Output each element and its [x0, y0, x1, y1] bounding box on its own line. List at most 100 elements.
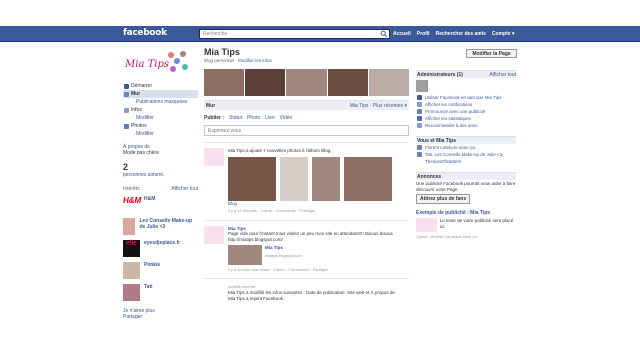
recommend-icon	[417, 123, 422, 128]
left-nav: Démarrer Mur Publications masquées Infos…	[123, 82, 198, 138]
admins-header: Administrateurs (1) Afficher tout	[416, 70, 516, 78]
nav-item-hidden-posts[interactable]: Publications masquées	[123, 98, 198, 106]
you-item: Florent Lefebvre aime ça.	[416, 144, 516, 151]
publish-photo[interactable]: Photo	[247, 115, 260, 121]
interest-avatar	[123, 284, 140, 301]
interests-show-all[interactable]: Afficher tout	[171, 186, 198, 192]
admin-avatar[interactable]	[416, 80, 428, 92]
page-subtitle: Blog personnel · Modifier les infos	[204, 58, 272, 63]
link-thumbnail[interactable]	[228, 245, 262, 265]
strip-photo[interactable]	[245, 69, 286, 96]
link-attachment[interactable]: Mia Tips miatips.blogspot.com	[228, 245, 409, 265]
interest-item[interactable]: Les Conseils Make-up de Julie <3	[123, 218, 198, 236]
feed-story: Mia Tips a ajouté 7 nouvelles photos à l…	[204, 142, 409, 214]
hm-logo: H&M	[123, 196, 141, 213]
example-ad-title[interactable]: Exemple de publicité : Mia Tips	[416, 210, 516, 216]
wall-title: Mur	[206, 102, 216, 109]
wall-icon	[124, 92, 129, 97]
admin-link[interactable]: Afficher les notifications	[416, 101, 516, 108]
page-title: Mia Tips	[204, 47, 240, 57]
interests-header: Intérêts Afficher tout	[123, 186, 198, 192]
notifications-icon	[417, 102, 422, 107]
link-url: miatips.blogspot.com	[265, 252, 303, 258]
publish-link[interactable]: Lien	[265, 115, 274, 121]
strip-photo[interactable]	[286, 69, 327, 96]
recent-activity: Activité récente Mia Tips a modifié les …	[204, 277, 409, 302]
nav-home[interactable]: Accueil	[393, 31, 411, 37]
nav-item-edit-photos[interactable]: Modifier	[123, 130, 198, 138]
likes-section: 2 personnes aiment.	[123, 162, 198, 178]
story-photo[interactable]	[228, 156, 276, 201]
interest-item[interactable]: Tati	[123, 284, 198, 302]
story-photo[interactable]	[312, 156, 340, 201]
story-photo[interactable]	[280, 156, 308, 201]
interest-item[interactable]: elle eyesdjeplace.fr	[123, 240, 198, 258]
strip-photo[interactable]	[327, 69, 368, 96]
wall-bar: Mur Mia Tips · Plus récentes ▾	[204, 100, 409, 110]
you-header: Vous et Mia Tips	[416, 136, 516, 144]
nav-item-edit-info[interactable]: Modifier	[123, 114, 198, 122]
story-headline: Mia Tips a ajouté 7 nouvelles photos à l…	[228, 148, 332, 153]
nav-profile[interactable]: Profil	[417, 31, 430, 37]
interest-item[interactable]: Pimkie	[123, 262, 198, 280]
admin-link[interactable]: Recommander à des amis	[416, 122, 516, 129]
avatar[interactable]	[204, 225, 224, 244]
ads-header: Annonces	[416, 172, 516, 180]
start-icon	[124, 84, 129, 89]
page-profile-picture[interactable]: Mia Tips	[123, 47, 193, 79]
story-meta: il y a environ une heure · J'aime · Comm…	[228, 267, 328, 272]
left-column: Mia Tips Démarrer Mur Publications masqu…	[123, 47, 198, 320]
elle-logo: elle	[123, 240, 140, 257]
stats-icon	[417, 116, 422, 121]
publish-video[interactable]: Vidéo	[280, 115, 293, 121]
nav-item-start[interactable]: Démarrer	[123, 82, 198, 90]
publish-status[interactable]: Statut	[229, 115, 242, 121]
top-whitespace	[0, 0, 640, 26]
edit-page-button[interactable]: Modifier la Page	[466, 49, 517, 58]
admin-links: Utiliser Facebook en tant que Mia Tips A…	[416, 94, 516, 129]
story-photo[interactable]	[344, 156, 392, 201]
nav-find-friends[interactable]: Rechercher des amis	[436, 31, 486, 37]
edit-info-link[interactable]: Modifier les infos	[238, 58, 272, 63]
story-photos	[228, 156, 409, 201]
interests-title: Intérêts	[123, 186, 140, 192]
avatar[interactable]	[204, 148, 224, 166]
nav-item-info[interactable]: Infos	[123, 106, 198, 114]
wall-filter[interactable]: Mia Tips · Plus récentes ▾	[350, 103, 407, 109]
like-icon	[417, 145, 422, 150]
facebook-logo[interactable]: facebook	[123, 28, 167, 38]
likes-label[interactable]: personnes aiment.	[123, 172, 198, 178]
main-column: Mia Tips Blog personnel · Modifier les i…	[204, 47, 410, 302]
strip-photo[interactable]	[204, 69, 245, 96]
feed-story: Mia Tips Page vide pour l'instant mais v…	[204, 219, 409, 273]
link-title[interactable]: Mia Tips	[265, 245, 303, 251]
share-link[interactable]: Partager	[123, 314, 198, 320]
about-section: À propos de Mode pas chère	[123, 144, 198, 156]
status-input[interactable]: Exprimez-vous	[204, 125, 409, 136]
strip-photo[interactable]	[368, 69, 410, 96]
admin-link[interactable]: Promouvoir avec une publicité	[416, 108, 516, 115]
ad-image[interactable]	[416, 218, 437, 232]
admin-link[interactable]: Utiliser Facebook en tant que Mia Tips	[416, 94, 516, 101]
interest-avatar	[123, 218, 136, 235]
publish-label: Publier :	[204, 115, 225, 121]
category-label: Blog personnel	[204, 58, 235, 63]
story-body: Mia Tips Page vide pour l'instant mais v…	[228, 226, 409, 273]
photo-strip	[204, 69, 410, 96]
info-icon	[124, 108, 129, 113]
attract-fans-button[interactable]: Attirez plus de fans	[416, 194, 471, 204]
admin-link[interactable]: Afficher les statistiques	[416, 115, 516, 122]
ad-meta: J'aime · Amélie Carneaux aime ça.	[416, 234, 478, 239]
nav-account[interactable]: Compte ▾	[492, 31, 515, 37]
search-icon[interactable]	[380, 30, 388, 38]
example-ad: Le texte de votre publicité sera placé i…	[416, 218, 516, 232]
top-nav: Accueil Profil Rechercher des amis Compt…	[393, 31, 514, 37]
admins-show-all[interactable]: Afficher tout	[489, 71, 516, 78]
album-link[interactable]: Blog	[228, 201, 409, 207]
right-column: Administrateurs (1) Afficher tout Utilise…	[416, 70, 516, 239]
nav-item-wall[interactable]: Mur	[123, 90, 198, 98]
interest-item[interactable]: H&M H&M	[123, 196, 198, 214]
search-input[interactable]: Recherche	[199, 29, 390, 39]
story-body: Mia Tips a ajouté 7 nouvelles photos à l…	[228, 148, 409, 214]
nav-item-photos[interactable]: Photos	[123, 122, 198, 130]
